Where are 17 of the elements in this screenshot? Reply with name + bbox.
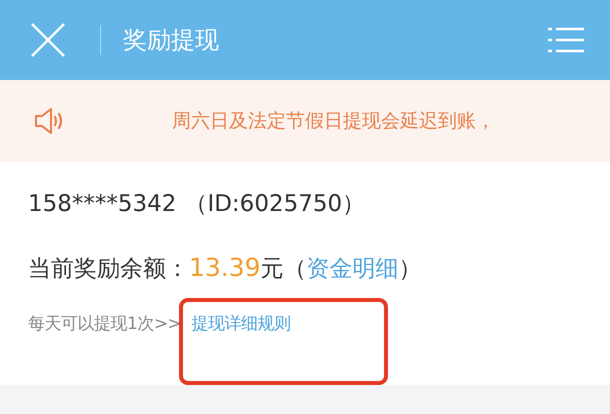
open-paren: （ — [284, 255, 307, 284]
notice-text: 周六日及法定节假日提现会延迟到账， — [172, 109, 495, 134]
menu-button[interactable] — [548, 27, 584, 53]
currency-unit: 元 — [260, 255, 284, 284]
fund-details-link[interactable]: 资金明细 — [306, 253, 399, 284]
close-paren: ） — [398, 255, 422, 284]
page-title: 奖励提现 — [123, 25, 220, 56]
close-icon — [30, 22, 66, 58]
speaker-icon — [34, 107, 64, 135]
withdraw-rules-link[interactable]: 提现详细规则 — [191, 314, 290, 334]
balance-label: 当前奖励余额： — [28, 255, 189, 284]
balance-amount: 13.39 — [189, 253, 261, 282]
phone-number: 158****5342 — [28, 191, 176, 217]
withdraw-limit-text: 每天可以提现1次>> — [28, 313, 182, 335]
close-button[interactable] — [30, 22, 66, 58]
menu-icon — [548, 27, 584, 53]
user-id: （ID:6025750） — [184, 190, 366, 219]
